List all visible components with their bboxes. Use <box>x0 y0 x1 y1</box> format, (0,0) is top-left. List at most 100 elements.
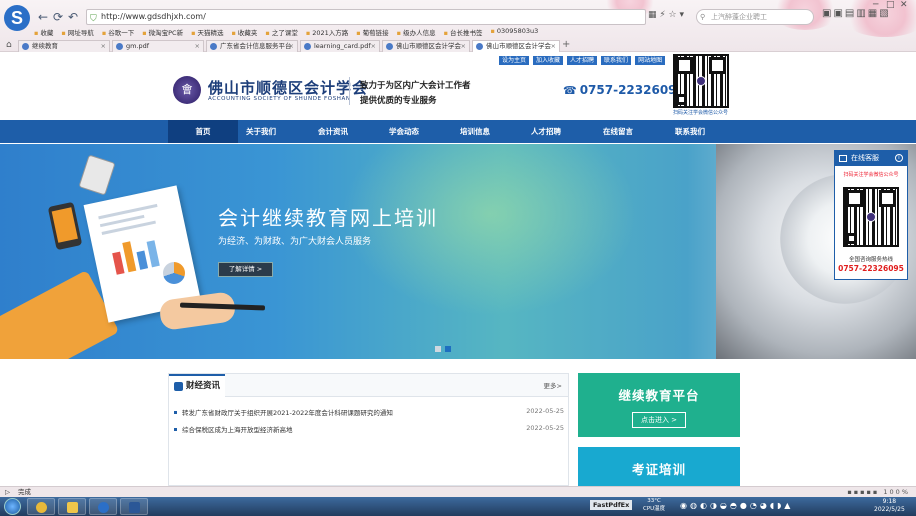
hotline-label: 全国咨询服务热线 <box>848 257 893 263</box>
carousel-dot[interactable] <box>435 346 441 352</box>
address-bar[interactable]: ⛉ http://www.gdsdhjxh.com/ <box>86 9 646 25</box>
carousel-dot-active[interactable] <box>445 346 451 352</box>
news-title[interactable]: 综合保税区成为上海开放型经济新高地 <box>182 424 293 434</box>
news-title[interactable]: 转发广东省财政厅关于组织开展2021-2022年度会计科研课题研究的通知 <box>182 407 393 417</box>
banner-title: 会计继续教育网上培训 <box>218 206 438 230</box>
tab-close-icon[interactable]: × <box>551 41 556 52</box>
close-service-icon[interactable]: i <box>895 154 903 162</box>
talent-recruit-link[interactable]: 人才招聘 <box>567 56 598 65</box>
minimize-icon[interactable]: ─ <box>873 0 878 14</box>
status-tools[interactable]: ▪▪▪▪▪ 100% <box>847 487 910 497</box>
browser-tab-active[interactable]: 佛山市顺德区会计学会 × <box>472 40 560 52</box>
service-qr-code <box>843 187 899 247</box>
tab-close-icon[interactable]: × <box>289 41 294 52</box>
calculator-illustration <box>78 154 116 196</box>
banner-details-button[interactable]: 了解详情 > <box>218 262 273 277</box>
browser-tab[interactable]: learning_card.pdf × <box>300 40 380 52</box>
set-homepage-link[interactable]: 设为主页 <box>499 56 530 65</box>
favorite-item[interactable]: 级办人信息 <box>397 27 436 38</box>
hero-banner[interactable]: 会计继续教育网上培训 为经济、为财政、为广大财会人员服务 了解详情 > <box>0 144 916 359</box>
windows-taskbar: FastPdfEx 33°C CPU温度 ◉◍◐◑◒◓●◔◕◖◗▲ 9:18 2… <box>0 497 916 516</box>
tab-label: 继续教育 <box>32 42 58 50</box>
favorite-item[interactable]: 微淘宝PC新 <box>142 27 183 38</box>
taskbar-app[interactable] <box>89 498 117 515</box>
browser-tab[interactable]: 佛山市顺德区会计学会 × <box>382 40 470 52</box>
browser-tab[interactable]: 广东省会计信息服务平台 × <box>206 40 298 52</box>
nav-accounting-news[interactable]: 会计资讯 <box>298 120 368 143</box>
favorite-item[interactable]: 网址导航 <box>61 27 94 38</box>
favorite-item[interactable]: 葡萄链接 <box>356 27 389 38</box>
site-title[interactable]: 佛山市顺德区会计学会 <box>208 77 368 98</box>
more-link[interactable]: 更多> <box>544 380 562 390</box>
favorite-item[interactable]: 天猫精选 <box>191 27 224 38</box>
nav-contact[interactable]: 联系我们 <box>655 120 725 143</box>
cpu-temp: 33°C CPU温度 <box>643 497 665 513</box>
tab-close-icon[interactable]: × <box>371 41 376 52</box>
browser-logo-icon[interactable]: S <box>4 5 30 31</box>
back-icon[interactable]: ← <box>36 10 50 24</box>
taskbar-app[interactable] <box>120 498 148 515</box>
favorite-item[interactable]: 03095803u3 <box>490 27 538 38</box>
fastpdf-indicator[interactable]: FastPdfEx <box>590 500 633 510</box>
certificate-training-card[interactable]: 考证培训 <box>578 447 740 486</box>
browser-tab[interactable]: gm.pdf × <box>112 40 204 52</box>
taskbar-app[interactable] <box>27 498 55 515</box>
address-tools[interactable]: ▦ ⚡ ☆ ▾ <box>648 10 684 20</box>
slogan-line1: 致力于为区内广大会计工作者 <box>360 81 471 91</box>
banner-subtitle: 为经济、为财政、为广大财会人员服务 <box>218 237 372 247</box>
news-item[interactable]: 综合保税区成为上海开放型经济新高地 2022-05-25 <box>174 424 564 436</box>
nav-message[interactable]: 在线留言 <box>583 120 653 143</box>
tab-close-icon[interactable]: × <box>461 41 466 52</box>
favorite-item[interactable]: 收藏 <box>34 27 53 38</box>
security-shield-icon: ⛉ <box>90 14 97 24</box>
status-icon: ▷ <box>5 488 10 496</box>
ie-icon <box>36 502 47 513</box>
favorite-item[interactable]: 台长推书签 <box>444 27 483 38</box>
sitemap-link[interactable]: 网站地图 <box>635 56 666 65</box>
nav-about[interactable]: 关于我们 <box>226 120 296 143</box>
search-input[interactable]: ⚲ 上汽醉蓬企业聘工 <box>696 9 814 25</box>
add-favorite-link[interactable]: 加入收藏 <box>533 56 564 65</box>
service-title: 在线客服 <box>851 154 879 162</box>
tab-close-icon[interactable]: × <box>195 41 200 52</box>
close-icon[interactable]: ✕ <box>900 0 908 14</box>
favorite-item[interactable]: 之了课堂 <box>265 27 298 38</box>
tab-label: 佛山市顺德区会计学会 <box>396 42 461 50</box>
undo-icon[interactable]: ↶ <box>66 10 80 24</box>
smartphone-illustration <box>47 201 83 251</box>
tab-close-icon[interactable]: × <box>101 41 106 52</box>
continuing-education-card[interactable]: 继续教育平台 点击进入 > <box>578 373 740 437</box>
tray-icons[interactable]: ◉◍◐◑◒◓●◔◕◖◗▲ <box>680 501 793 510</box>
favorite-item[interactable]: 谷歌一下 <box>102 27 134 38</box>
taskbar-app[interactable] <box>58 498 86 515</box>
forward-icon[interactable]: ⟳ <box>51 10 65 24</box>
favorites-bar: 收藏 网址导航 谷歌一下 微淘宝PC新 天猫精选 收藏夹 之了课堂 2021入方… <box>34 27 538 38</box>
contact-link[interactable]: 联系我们 <box>601 56 632 65</box>
toolbar-icons[interactable]: ▣▣▤▥▦▧ <box>822 8 891 19</box>
society-logo-icon[interactable]: 會 <box>173 76 201 104</box>
favorite-item[interactable]: 2021入方路 <box>306 27 348 38</box>
maximize-icon[interactable]: □ <box>886 0 895 14</box>
service-header[interactable]: 在线客服 i <box>835 151 907 166</box>
tab-favicon-icon <box>116 43 123 50</box>
temp-value: 33°C <box>647 498 661 504</box>
new-tab-icon[interactable]: + <box>562 39 570 50</box>
cpu-label: CPU温度 <box>643 506 666 512</box>
nav-recruitment[interactable]: 人才招聘 <box>511 120 581 143</box>
news-tab[interactable]: 财经资讯 <box>169 374 225 397</box>
site-title-en: ACCOUNTING SOCIETY OF SHUNDE FOSHAN <box>208 96 351 102</box>
nav-training[interactable]: 培训信息 <box>440 120 510 143</box>
tab-favicon-icon <box>476 43 483 50</box>
favorite-item[interactable]: 收藏夹 <box>232 27 258 38</box>
start-button[interactable] <box>4 498 21 515</box>
pie-chart-illustration <box>163 262 185 284</box>
online-service-panel: 在线客服 i 扫码关注学会微信公众号 全国咨询服务热线 0757-2232609… <box>834 150 908 280</box>
url-text: http://www.gdsdhjxh.com/ <box>101 12 206 21</box>
enter-button[interactable]: 点击进入 > <box>631 412 687 428</box>
system-clock[interactable]: 9:18 2022/5/25 <box>874 498 905 514</box>
news-item[interactable]: 转发广东省财政厅关于组织开展2021-2022年度会计科研课题研究的通知 202… <box>174 407 564 419</box>
nav-society-news[interactable]: 学会动态 <box>369 120 439 143</box>
browser-tab[interactable]: 继续教育 × <box>18 40 110 52</box>
zoom-level[interactable]: 100% <box>883 488 910 496</box>
tab-label: 广东省会计信息服务平台 <box>220 42 292 50</box>
